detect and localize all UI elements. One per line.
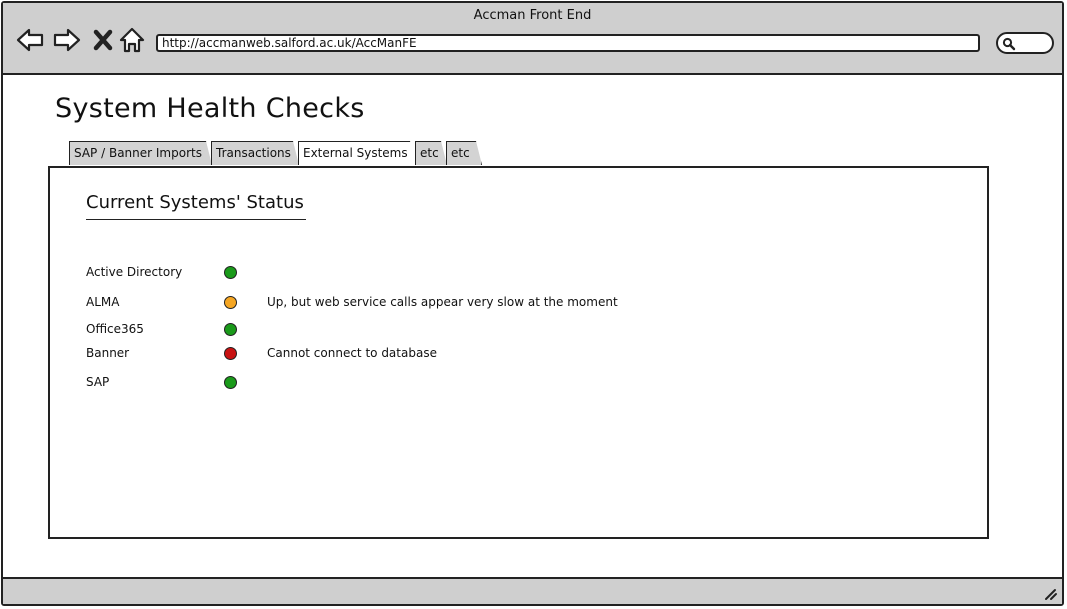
- tab-transactions[interactable]: Transactions: [211, 141, 299, 165]
- tab-external-systems[interactable]: External Systems: [298, 141, 416, 165]
- status-indicator-icon: [224, 266, 237, 279]
- system-name: Active Directory: [86, 265, 183, 279]
- tab-etc-1[interactable]: etc: [415, 141, 447, 165]
- status-message: Cannot connect to database: [267, 346, 437, 360]
- status-indicator-icon: [224, 347, 237, 360]
- back-button[interactable]: [15, 25, 45, 55]
- forward-button[interactable]: [52, 25, 82, 55]
- status-indicator-icon: [224, 296, 237, 309]
- tab-bar: SAP / Banner Imports Transactions Extern…: [69, 141, 481, 166]
- system-name: Office365: [86, 322, 144, 336]
- arrow-right-icon: [53, 28, 81, 52]
- status-indicator-icon: [224, 376, 237, 389]
- page-title: System Health Checks: [55, 93, 365, 124]
- close-x-icon: [93, 29, 113, 51]
- tab-panel: Current Systems' Status Active Directory…: [48, 166, 989, 539]
- tab-label: External Systems: [303, 146, 408, 160]
- search-icon: [1002, 37, 1016, 51]
- section-title: Current Systems' Status: [86, 192, 306, 220]
- tab-label: etc: [451, 146, 470, 160]
- stop-button[interactable]: [89, 25, 119, 55]
- tab-sap-banner-imports[interactable]: SAP / Banner Imports: [69, 141, 212, 165]
- window-title: Accman Front End: [473, 8, 592, 23]
- system-name: ALMA: [86, 295, 120, 309]
- home-icon: [119, 27, 145, 53]
- arrow-left-icon: [16, 28, 44, 52]
- status-indicator-icon: [224, 323, 237, 336]
- system-name: Banner: [86, 346, 130, 360]
- system-name: SAP: [86, 375, 110, 389]
- tab-etc-2[interactable]: etc: [446, 141, 482, 165]
- search-field[interactable]: [996, 32, 1054, 54]
- address-bar[interactable]: [156, 34, 980, 52]
- status-bar: [3, 577, 1062, 604]
- status-message: Up, but web service calls appear very sl…: [267, 295, 618, 309]
- page-content: System Health Checks SAP / Banner Import…: [3, 75, 1062, 577]
- browser-window: Accman Front End http://accmanweb.salfor…: [1, 1, 1064, 606]
- resize-grip-icon[interactable]: [1042, 585, 1058, 601]
- browser-toolbar: Accman Front End: [3, 3, 1062, 75]
- tab-label: Transactions: [216, 146, 291, 160]
- home-button[interactable]: [118, 25, 148, 55]
- tab-label: etc: [420, 146, 439, 160]
- tab-label: SAP / Banner Imports: [74, 146, 202, 160]
